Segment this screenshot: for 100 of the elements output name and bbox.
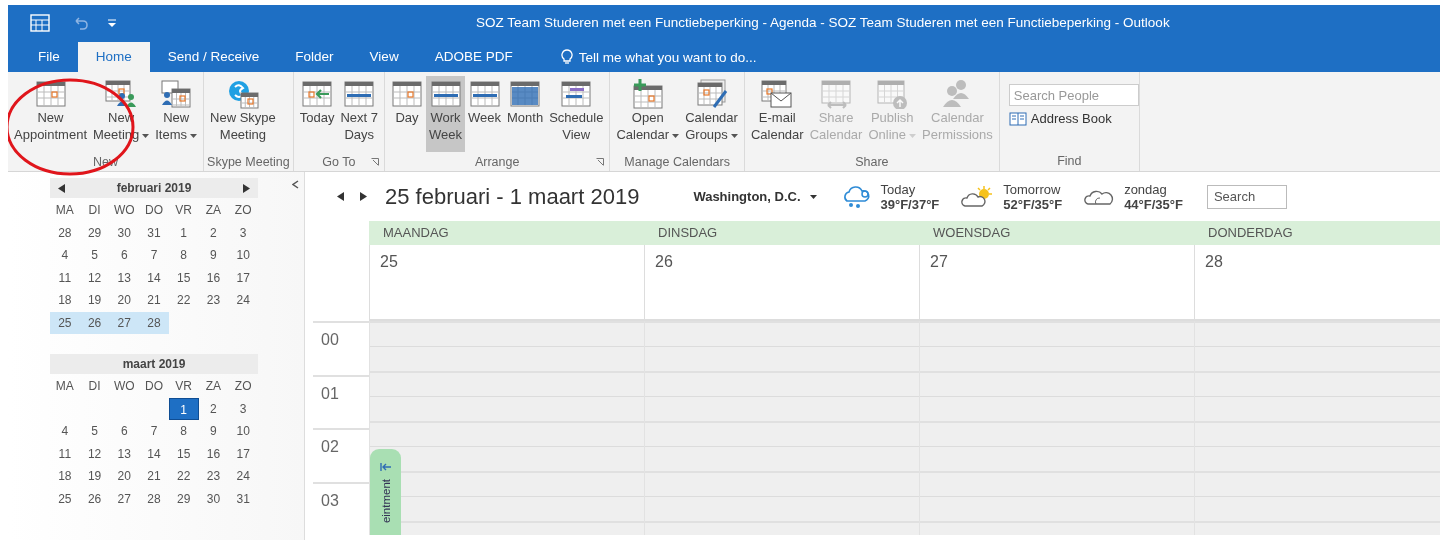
calendar-day[interactable]: 6 (109, 420, 140, 443)
ribbon-button[interactable]: Schedule View (546, 76, 607, 152)
collapse-icon[interactable] (292, 180, 299, 189)
calendar-day[interactable]: 11 (50, 442, 80, 465)
calendar-day[interactable]: 6 (109, 244, 140, 267)
calendar-day[interactable]: 7 (139, 420, 169, 443)
calendar-day[interactable]: 25 (50, 311, 80, 334)
calendar-day[interactable]: 27 (109, 487, 140, 510)
calendar-day[interactable]: 20 (109, 289, 140, 312)
calendar-day[interactable]: 23 (198, 289, 229, 312)
search-field[interactable]: Search People (1008, 84, 1139, 106)
location-dropdown[interactable]: Washington, D.C. (693, 189, 817, 204)
calendar-day[interactable]: 9 (198, 244, 229, 267)
calendar-day[interactable]: 24 (228, 465, 258, 488)
calendar-day[interactable]: 31 (139, 221, 169, 244)
calendar-day[interactable]: 13 (109, 442, 140, 465)
ribbon-tab[interactable]: Send / Receive (149, 42, 278, 72)
calendar-day[interactable]: 14 (139, 266, 169, 289)
calendar-icon[interactable] (30, 13, 50, 32)
ribbon-button[interactable]: Today (296, 76, 338, 152)
calendar-day[interactable]: 17 (228, 266, 258, 289)
ribbon-tab[interactable]: Folder (277, 42, 352, 72)
calendar-day[interactable]: 14 (139, 442, 169, 465)
calendar-day[interactable]: 8 (168, 244, 199, 267)
dialog-launcher-icon[interactable] (596, 158, 605, 166)
ribbon-button[interactable]: New Skype Meeting (207, 76, 279, 152)
ribbon-button[interactable]: Calendar Groups (682, 76, 741, 152)
calendar-day[interactable]: 17 (228, 442, 258, 465)
previous-month-icon[interactable] (58, 183, 65, 193)
ribbon-tab[interactable]: ADOBE PDF (416, 42, 531, 72)
calendar-day[interactable]: 2 (198, 397, 229, 420)
address-book-button[interactable]: Address Book (1008, 110, 1130, 128)
calendar-day[interactable]: 5 (79, 244, 110, 267)
calendar-day[interactable]: 18 (50, 289, 80, 312)
calendar-day[interactable]: 8 (168, 420, 199, 443)
ribbon-tab[interactable]: View (351, 42, 417, 72)
calendar-day[interactable]: 29 (79, 221, 110, 244)
calendar-day[interactable]: 26 (79, 487, 110, 510)
calendar-day[interactable]: 30 (109, 221, 140, 244)
ribbon-button[interactable]: Work Week (426, 76, 465, 152)
calendar-day[interactable]: 4 (50, 244, 80, 267)
calendar-day[interactable]: 12 (79, 442, 110, 465)
calendar-day[interactable]: 10 (228, 244, 258, 267)
previous-icon[interactable] (337, 192, 344, 201)
calendar-day[interactable]: 3 (228, 221, 258, 244)
calendar-day[interactable]: 22 (168, 289, 199, 312)
calendar-day[interactable]: 1 (168, 397, 199, 420)
calendar-day[interactable]: 10 (228, 420, 258, 443)
ribbon-button[interactable]: Open Calendar (613, 76, 683, 152)
calendar-day[interactable]: 4 (50, 420, 80, 443)
ribbon-button[interactable]: New Items (152, 76, 201, 152)
calendar-day[interactable]: 28 (139, 487, 169, 510)
calendar-day[interactable]: 15 (168, 442, 199, 465)
calendar-day[interactable]: 30 (198, 487, 229, 510)
calendar-day[interactable]: 28 (139, 311, 169, 334)
search-field[interactable]: Search (1206, 184, 1287, 209)
calendar-day[interactable]: 29 (168, 487, 199, 510)
calendar-day[interactable]: 9 (198, 420, 229, 443)
calendar-day[interactable]: 20 (109, 465, 140, 488)
calendar-day[interactable]: 22 (168, 465, 199, 488)
ribbon-tab[interactable]: Home (77, 42, 150, 72)
calendar-day[interactable]: 16 (198, 266, 229, 289)
calendar-day[interactable]: 19 (79, 289, 110, 312)
calendar-day[interactable]: 21 (139, 465, 169, 488)
calendar-day[interactable]: 28 (50, 221, 80, 244)
calendar-day[interactable]: 11 (50, 266, 80, 289)
undo-icon[interactable] (72, 15, 88, 30)
ribbon-tab[interactable]: File (20, 42, 78, 72)
calendar-day[interactable]: 21 (139, 289, 169, 312)
peek-tab[interactable]: eintment (370, 449, 401, 535)
ribbon-button[interactable]: Next 7 Days (337, 76, 381, 152)
calendar-day[interactable]: 12 (79, 266, 110, 289)
calendar-day[interactable]: 1 (168, 221, 199, 244)
dialog-launcher-icon[interactable] (371, 158, 379, 166)
next-month-icon[interactable] (243, 183, 250, 193)
calendar-day[interactable]: 25 (50, 487, 80, 510)
calendar-day[interactable]: 7 (139, 244, 169, 267)
next-icon[interactable] (360, 192, 367, 201)
calendar-day[interactable]: 16 (198, 442, 229, 465)
calendar-day[interactable]: 3 (228, 397, 258, 420)
calendar-day[interactable]: 31 (228, 487, 258, 510)
ribbon-button[interactable]: Month (504, 76, 547, 152)
calendar-day[interactable]: 27 (109, 311, 140, 334)
calendar-day[interactable]: 2 (198, 221, 229, 244)
calendar-day[interactable]: 26 (79, 311, 110, 334)
calendar-day[interactable]: 19 (79, 465, 110, 488)
ribbon-button[interactable]: Week (465, 76, 504, 152)
calendar-day[interactable]: 5 (79, 420, 110, 443)
tell-me-field[interactable]: Tell me what you want to do... (578, 49, 757, 65)
calendar-day[interactable]: 24 (228, 289, 258, 312)
weekday-label: DI (87, 202, 102, 220)
calendar-day[interactable]: 18 (50, 465, 80, 488)
ribbon-button[interactable]: E-mail Calendar (747, 76, 807, 152)
calendar-day[interactable]: 23 (198, 465, 229, 488)
calendar-day[interactable]: 15 (168, 266, 199, 289)
ribbon-button[interactable]: Day (388, 76, 426, 152)
calendar-day[interactable]: 13 (109, 266, 140, 289)
ribbon-button[interactable]: New Appointment (11, 76, 90, 152)
time-grid-column[interactable]: eintment (369, 321, 644, 535)
customize-icon[interactable] (108, 18, 116, 27)
